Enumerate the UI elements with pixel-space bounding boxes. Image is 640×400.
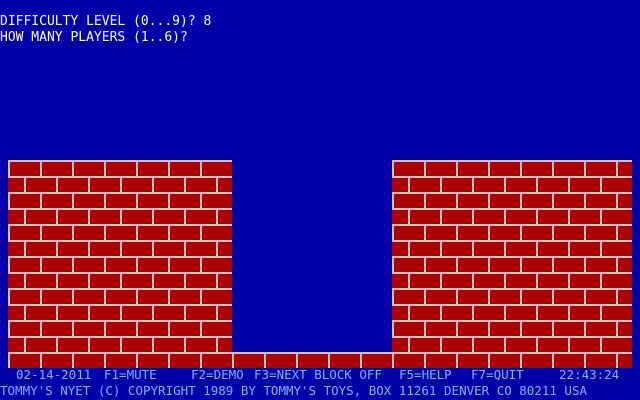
status-bar: 02-14-2011 F1=MUTE F2=DEMO F3=NEXT BLOCK… [0, 367, 640, 383]
mute-key-hint[interactable]: F1=MUTE [104, 367, 157, 383]
players-prompt[interactable]: HOW MANY PLAYERS (1..6)? [0, 30, 188, 46]
copyright-bar: TOMMY'S NYET (C) COPYRIGHT 1989 BY TOMMY… [0, 383, 640, 399]
well-left-wall [8, 160, 232, 368]
well-floor [232, 352, 392, 368]
game-screen: DIFFICULTY LEVEL (0...9)? 8 HOW MANY PLA… [0, 0, 640, 400]
quit-key-hint[interactable]: F7=QUIT [471, 367, 524, 383]
well-right-wall [392, 160, 632, 368]
demo-key-hint[interactable]: F2=DEMO [191, 367, 244, 383]
status-clock: 22:43:24 [559, 367, 620, 382]
difficulty-prompt: DIFFICULTY LEVEL (0...9)? 8 [0, 14, 212, 29]
status-date: 02-14-2011 [16, 367, 92, 382]
next-block-key-hint[interactable]: F3=NEXT BLOCK OFF [254, 367, 382, 383]
help-key-hint[interactable]: F5=HELP [399, 367, 452, 383]
copyright-text: TOMMY'S NYET (C) COPYRIGHT 1989 BY TOMMY… [0, 383, 587, 398]
